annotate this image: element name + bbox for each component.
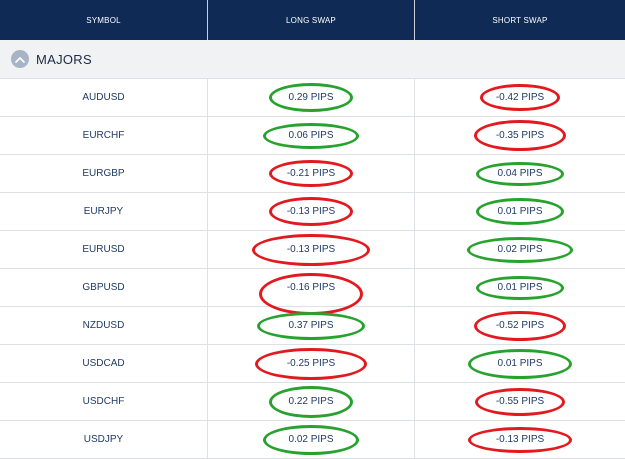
chevron-up-icon[interactable]	[11, 50, 29, 68]
swap-table: SYMBOL LONG SWAP SHORT SWAP MAJORS AUDUS…	[0, 0, 625, 459]
short-swap-cell: -0.52 PIPS	[414, 307, 625, 344]
long-swap-value: 0.02 PIPS	[288, 434, 334, 445]
long-swap-cell: -0.25 PIPS	[207, 345, 414, 382]
short-swap-cell: -0.55 PIPS	[414, 383, 625, 420]
symbol-cell: USDCAD	[0, 345, 207, 382]
short-swap-value: 0.01 PIPS	[497, 282, 543, 293]
long-swap-value: -0.25 PIPS	[286, 358, 336, 369]
short-swap-cell: 0.01 PIPS	[414, 269, 625, 306]
table-row[interactable]: EURUSD -0.13 PIPS 0.02 PIPS	[0, 231, 625, 269]
symbol-text: EURCHF	[82, 130, 125, 141]
long-swap-cell: -0.13 PIPS	[207, 193, 414, 230]
table-header: SYMBOL LONG SWAP SHORT SWAP	[0, 0, 625, 40]
symbol-cell: EURUSD	[0, 231, 207, 268]
short-swap-value: -0.35 PIPS	[495, 130, 545, 141]
short-swap-value: -0.52 PIPS	[495, 320, 545, 331]
short-swap-value: -0.55 PIPS	[495, 396, 545, 407]
table-row[interactable]: AUDUSD 0.29 PIPS -0.42 PIPS	[0, 79, 625, 117]
long-swap-cell: -0.16 PIPS	[207, 269, 414, 315]
short-swap-cell: -0.35 PIPS	[414, 117, 625, 154]
long-swap-cell: 0.02 PIPS	[207, 421, 414, 458]
table-row[interactable]: EURJPY -0.13 PIPS 0.01 PIPS	[0, 193, 625, 231]
header-long-swap[interactable]: LONG SWAP	[207, 0, 414, 40]
symbol-cell: USDCHF	[0, 383, 207, 420]
header-short-swap[interactable]: SHORT SWAP	[414, 0, 625, 40]
long-swap-value: -0.13 PIPS	[286, 244, 336, 255]
table-body: AUDUSD 0.29 PIPS -0.42 PIPS EURCHF 0.06 PIPS…	[0, 79, 625, 459]
long-swap-cell: -0.13 PIPS	[207, 231, 414, 268]
symbol-cell: USDJPY	[0, 421, 207, 458]
long-swap-cell: 0.37 PIPS	[207, 307, 414, 344]
short-swap-cell: 0.01 PIPS	[414, 193, 625, 230]
table-row[interactable]: NZDUSD 0.37 PIPS -0.52 PIPS	[0, 307, 625, 345]
symbol-cell: EURGBP	[0, 155, 207, 192]
group-majors[interactable]: MAJORS	[0, 40, 625, 79]
short-swap-value: 0.01 PIPS	[497, 206, 543, 217]
short-swap-value: 0.01 PIPS	[497, 358, 543, 369]
long-swap-cell: 0.22 PIPS	[207, 383, 414, 420]
table-row[interactable]: USDJPY 0.02 PIPS -0.13 PIPS	[0, 421, 625, 459]
group-label: MAJORS	[36, 51, 92, 67]
short-swap-value: -0.42 PIPS	[495, 92, 545, 103]
short-swap-cell: 0.04 PIPS	[414, 155, 625, 192]
short-swap-cell: 0.01 PIPS	[414, 345, 625, 382]
symbol-text: EURUSD	[82, 244, 125, 255]
long-swap-cell: -0.21 PIPS	[207, 155, 414, 192]
short-swap-value: 0.04 PIPS	[497, 168, 543, 179]
short-swap-cell: 0.02 PIPS	[414, 231, 625, 268]
symbol-text: GBPUSD	[82, 282, 125, 293]
symbol-cell: GBPUSD	[0, 269, 207, 306]
header-symbol[interactable]: SYMBOL	[0, 0, 207, 40]
long-swap-value: 0.37 PIPS	[288, 320, 334, 331]
short-swap-value: 0.02 PIPS	[497, 244, 543, 255]
symbol-cell: AUDUSD	[0, 79, 207, 116]
long-swap-value: 0.22 PIPS	[288, 396, 334, 407]
table-row[interactable]: USDCAD -0.25 PIPS 0.01 PIPS	[0, 345, 625, 383]
long-swap-value: -0.13 PIPS	[286, 206, 336, 217]
symbol-text: USDCAD	[82, 358, 125, 369]
symbol-text: USDJPY	[83, 434, 124, 445]
symbol-cell: NZDUSD	[0, 307, 207, 344]
long-swap-cell: 0.06 PIPS	[207, 117, 414, 154]
long-swap-cell: 0.29 PIPS	[207, 79, 414, 116]
symbol-text: USDCHF	[82, 396, 125, 407]
short-swap-cell: -0.42 PIPS	[414, 79, 625, 116]
table-row[interactable]: GBPUSD -0.16 PIPS 0.01 PIPS	[0, 269, 625, 315]
short-swap-value: -0.13 PIPS	[495, 434, 545, 445]
long-swap-value: 0.29 PIPS	[288, 92, 334, 103]
table-row[interactable]: USDCHF 0.22 PIPS -0.55 PIPS	[0, 383, 625, 421]
symbol-cell: EURCHF	[0, 117, 207, 154]
long-swap-value: -0.21 PIPS	[286, 168, 336, 179]
symbol-text: EURGBP	[82, 168, 125, 179]
symbol-cell: EURJPY	[0, 193, 207, 230]
long-swap-value: -0.16 PIPS	[286, 282, 336, 293]
symbol-text: NZDUSD	[82, 320, 125, 331]
symbol-text: AUDUSD	[82, 92, 125, 103]
table-row[interactable]: EURGBP -0.21 PIPS 0.04 PIPS	[0, 155, 625, 193]
symbol-text: EURJPY	[83, 206, 124, 217]
short-swap-cell: -0.13 PIPS	[414, 421, 625, 458]
table-row[interactable]: EURCHF 0.06 PIPS -0.35 PIPS	[0, 117, 625, 155]
chevron-up-glyph	[15, 56, 25, 63]
long-swap-value: 0.06 PIPS	[288, 130, 334, 141]
